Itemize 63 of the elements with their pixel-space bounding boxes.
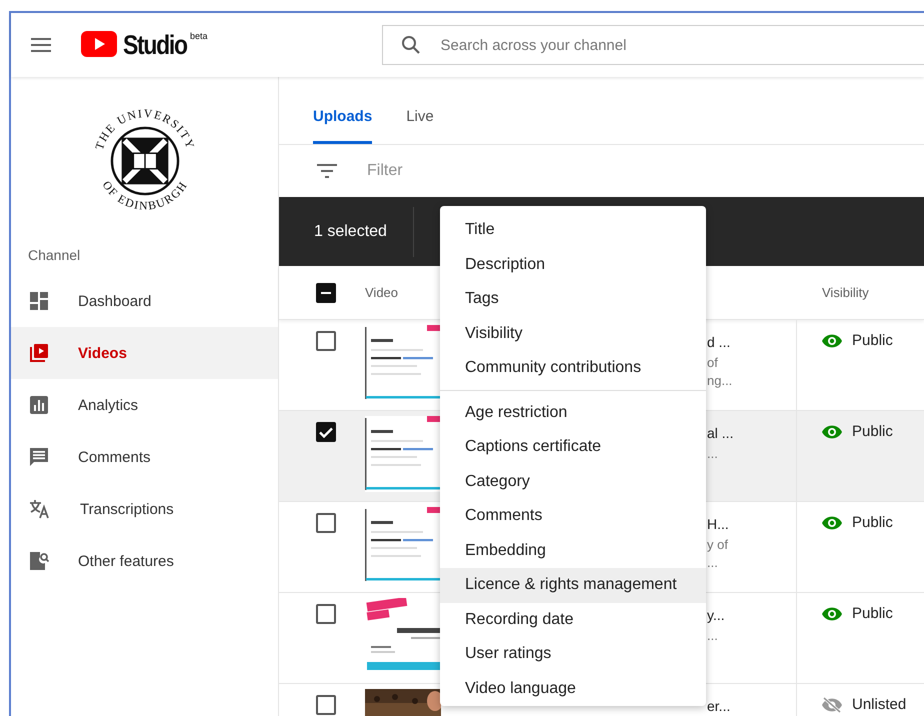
visibility-label: Public (852, 514, 893, 531)
menu-item[interactable]: Comments (440, 499, 706, 534)
section-label: Channel (27, 246, 82, 265)
row-checkbox[interactable] (316, 422, 336, 442)
bar-chart-icon (29, 395, 49, 415)
video-description: ... (707, 445, 719, 463)
search-field[interactable]: Search across your channel (382, 25, 924, 65)
video-title: H... (707, 516, 730, 532)
nav-item[interactable]: Other features (11, 535, 278, 587)
search-icon (400, 35, 421, 55)
tab[interactable]: Uploads (313, 108, 372, 144)
tab[interactable]: Live (406, 108, 434, 144)
video-description: ... (707, 627, 719, 645)
menu-item[interactable]: Description (440, 248, 706, 282)
menu-item[interactable]: Embedding (440, 534, 706, 568)
video-description: ... (707, 554, 719, 572)
nav-item[interactable]: Comments (11, 431, 278, 483)
dashboard-icon (29, 291, 49, 311)
nav-item[interactable]: Transcriptions (11, 483, 278, 535)
video-title: er... (707, 698, 732, 714)
nav-item[interactable]: Analytics (11, 379, 278, 431)
video-library-icon (29, 343, 49, 363)
translate-icon (29, 499, 51, 519)
visibility-label: Public (852, 605, 893, 622)
row-checkbox[interactable] (316, 513, 336, 533)
row-checkbox[interactable] (316, 331, 336, 351)
comment-icon (29, 447, 49, 467)
selection-count: 1 selected (314, 222, 387, 240)
visibility-label: Public (852, 423, 893, 440)
menu-item[interactable]: Video language (440, 672, 706, 706)
video-title: d ... (707, 334, 732, 350)
row-checkbox[interactable] (316, 604, 336, 624)
check-icon (319, 426, 333, 438)
menu-item[interactable]: Community contributions (440, 351, 706, 386)
video-description: of (707, 354, 719, 372)
menu-item[interactable]: Captions certificate (440, 430, 706, 464)
nav-item[interactable]: Videos (11, 327, 278, 379)
column-header: Visibility (821, 285, 869, 300)
menu-item[interactable]: Tags (440, 282, 706, 316)
features-icon (29, 551, 49, 571)
menu-item[interactable]: Age restriction (440, 396, 706, 430)
visibility-label: Public (852, 332, 893, 349)
video-description: y of (707, 536, 729, 554)
select-all-checkbox[interactable] (316, 282, 336, 302)
filter-icon[interactable] (317, 164, 337, 178)
video-title: y... (707, 607, 726, 623)
menu-item[interactable]: Licence & rights management (440, 568, 706, 602)
brand-name: Studio (123, 31, 187, 59)
video-description: ng... (707, 372, 734, 390)
column-header: Video (365, 285, 398, 300)
menu-item[interactable]: Recording date (440, 602, 706, 637)
filter-field[interactable]: Filter (365, 161, 576, 181)
video-title: al ... (707, 425, 734, 441)
nav-item[interactable]: Dashboard (11, 275, 278, 327)
row-checkbox[interactable] (316, 695, 336, 715)
play-logo-icon (81, 31, 117, 57)
visibility-label: Unlisted (852, 696, 906, 713)
beta-label: beta (190, 31, 208, 41)
menu-item[interactable]: User ratings (440, 637, 706, 672)
menu-item[interactable]: Title (440, 213, 706, 248)
menu-item[interactable]: Category (440, 464, 706, 499)
menu-item[interactable]: Visibility (440, 316, 706, 351)
menu-icon[interactable] (31, 38, 51, 52)
